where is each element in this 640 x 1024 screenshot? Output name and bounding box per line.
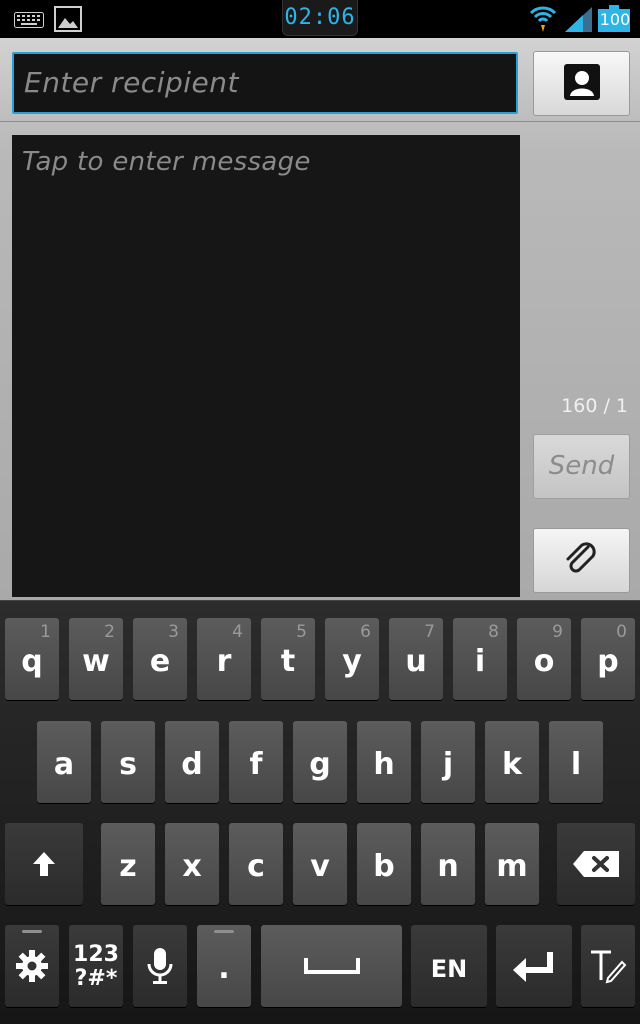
- symbols-key[interactable]: 123 ?#*: [69, 925, 123, 1007]
- shift-key[interactable]: [5, 823, 83, 905]
- key-c[interactable]: c: [229, 823, 283, 905]
- wifi-icon: [529, 4, 557, 38]
- key-t[interactable]: 5t: [261, 618, 315, 700]
- text-tool-key[interactable]: [581, 925, 635, 1007]
- key-n[interactable]: n: [421, 823, 475, 905]
- key-l[interactable]: l: [549, 721, 603, 803]
- signal-icon: [563, 5, 593, 37]
- key-s[interactable]: s: [101, 721, 155, 803]
- send-button[interactable]: Send: [533, 434, 630, 499]
- key-i[interactable]: 8i: [453, 618, 507, 700]
- shift-arrow-icon: [5, 823, 83, 905]
- key-d[interactable]: d: [165, 721, 219, 803]
- key-a[interactable]: a: [37, 721, 91, 803]
- key-w[interactable]: 2w: [69, 618, 123, 700]
- attach-button[interactable]: [533, 528, 630, 593]
- recipient-row: Enter recipient: [0, 38, 640, 122]
- key-y[interactable]: 6y: [325, 618, 379, 700]
- voice-input-key[interactable]: [133, 925, 187, 1007]
- settings-key[interactable]: [5, 925, 59, 1007]
- key-h[interactable]: h: [357, 721, 411, 803]
- key-o[interactable]: 9o: [517, 618, 571, 700]
- soft-keyboard: 1q 2w 3e 4r 5t 6y 7u 8i 9o 0p a s d f g …: [0, 600, 640, 1024]
- status-clock: 02:06: [282, 0, 358, 36]
- space-key[interactable]: [261, 925, 402, 1007]
- paperclip-icon: [562, 539, 602, 583]
- text-edit-icon: [581, 925, 635, 1007]
- key-p[interactable]: 0p: [581, 618, 635, 700]
- key-r[interactable]: 4r: [197, 618, 251, 700]
- status-bar: 02:06 100: [0, 0, 640, 38]
- gear-icon: [5, 925, 59, 1007]
- backspace-key[interactable]: [557, 823, 635, 905]
- contacts-button[interactable]: [533, 51, 630, 116]
- key-u[interactable]: 7u: [389, 618, 443, 700]
- compose-area: Enter recipient Tap to enter message 160…: [0, 38, 640, 600]
- enter-key[interactable]: [496, 925, 572, 1007]
- backspace-icon: [557, 823, 635, 905]
- key-f[interactable]: f: [229, 721, 283, 803]
- key-x[interactable]: x: [165, 823, 219, 905]
- key-b[interactable]: b: [357, 823, 411, 905]
- message-input[interactable]: Tap to enter message: [12, 135, 520, 597]
- keyboard-icon: [14, 12, 44, 32]
- key-q[interactable]: 1q: [5, 618, 59, 700]
- key-z[interactable]: z: [101, 823, 155, 905]
- key-e[interactable]: 3e: [133, 618, 187, 700]
- period-key[interactable]: .: [197, 925, 251, 1007]
- microphone-icon: [133, 925, 187, 1007]
- image-icon: [54, 6, 82, 36]
- key-v[interactable]: v: [293, 823, 347, 905]
- key-j[interactable]: j: [421, 721, 475, 803]
- space-bar-icon: [261, 925, 402, 1007]
- enter-icon: [496, 925, 572, 1007]
- contact-icon: [563, 63, 601, 105]
- battery-level: 100: [599, 10, 631, 29]
- recipient-input[interactable]: Enter recipient: [12, 52, 518, 114]
- language-key[interactable]: EN: [411, 925, 487, 1007]
- character-counter: 160 / 1: [561, 395, 628, 417]
- key-m[interactable]: m: [485, 823, 539, 905]
- key-g[interactable]: g: [293, 721, 347, 803]
- key-k[interactable]: k: [485, 721, 539, 803]
